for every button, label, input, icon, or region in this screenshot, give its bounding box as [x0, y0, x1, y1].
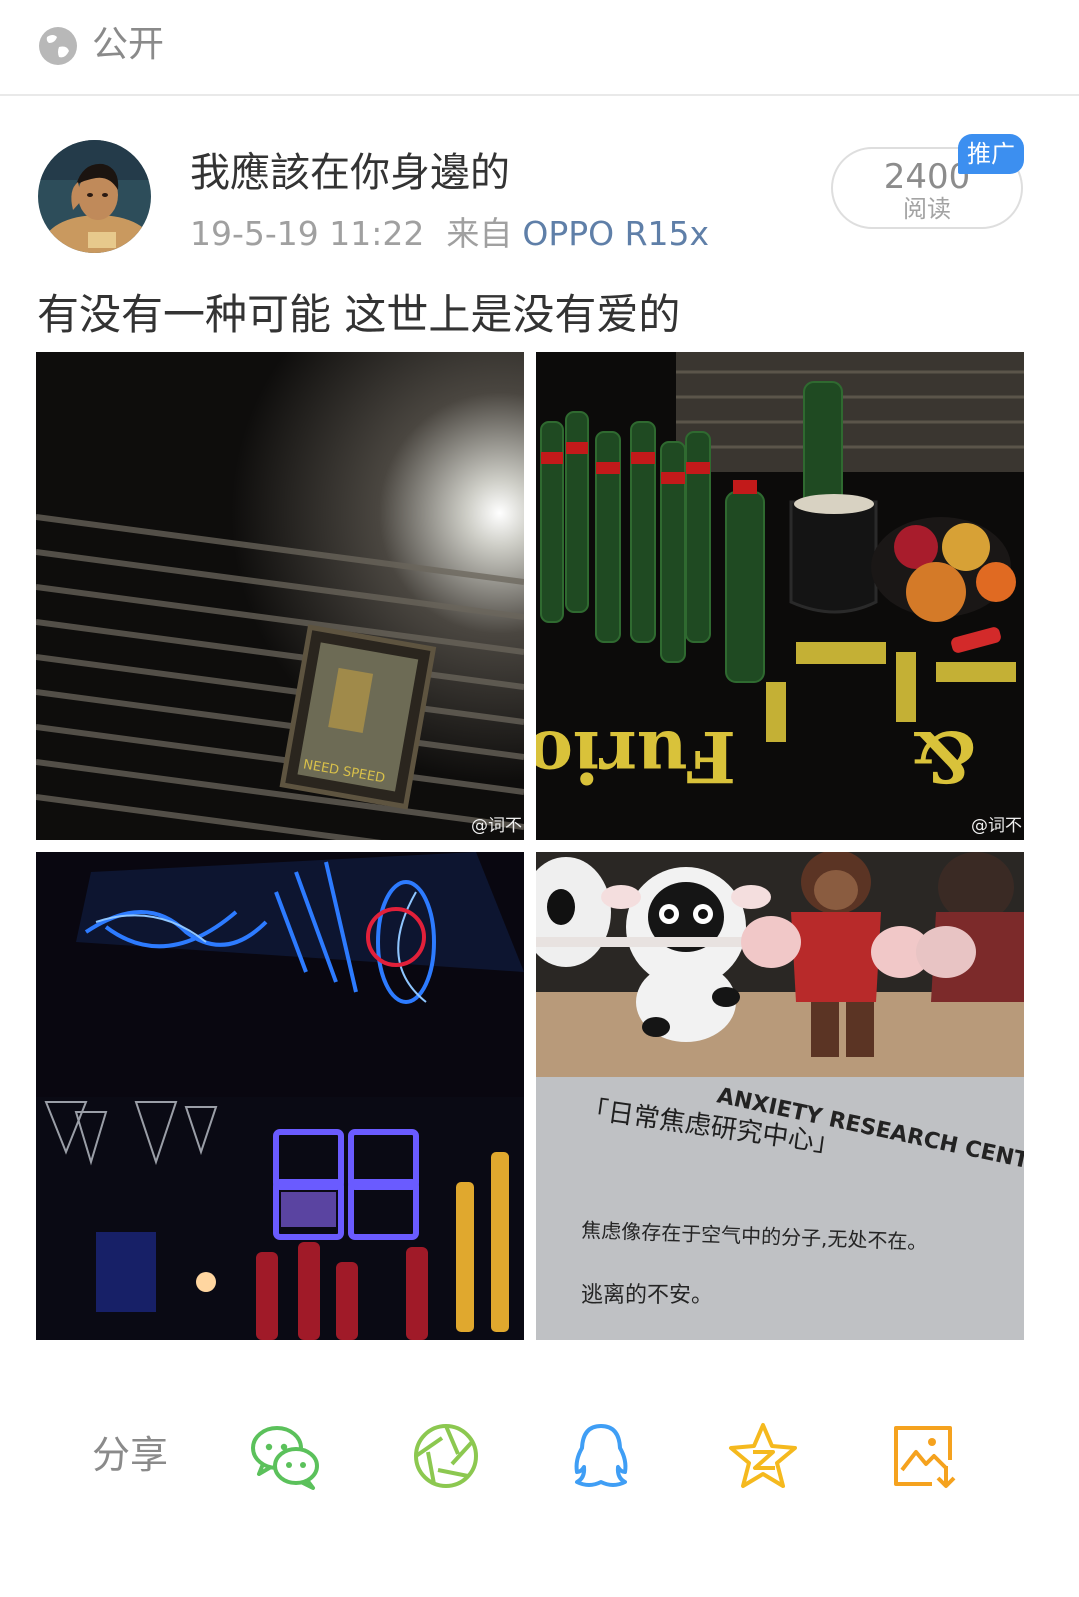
- read-label: 阅读: [903, 195, 951, 223]
- author-name[interactable]: 我應該在你身邊的: [190, 146, 510, 200]
- save-image-icon[interactable]: [888, 1420, 960, 1492]
- svg-text:&: &: [913, 715, 976, 798]
- qq-icon[interactable]: [565, 1420, 637, 1492]
- visibility-label: 公开: [92, 24, 165, 65]
- globe-icon: [39, 27, 77, 65]
- share-label: 分享: [92, 1433, 169, 1477]
- sign-body-2: 逃离的不安。: [581, 1283, 713, 1308]
- visibility-bar[interactable]: 公开: [0, 0, 1079, 96]
- device-link[interactable]: OPPO R15x: [522, 214, 709, 253]
- photo-table-drinks[interactable]: Furious & @词不: [536, 352, 1024, 840]
- post-text: 有没有一种可能 这世上是没有爱的: [37, 290, 681, 339]
- photo-watermark: @词不: [471, 816, 522, 836]
- promo-badge[interactable]: 推广: [958, 134, 1024, 174]
- post-meta: 19-5-19 11:22 来自 OPPO R15x: [190, 211, 709, 257]
- photo-watermark: @词不: [971, 816, 1022, 836]
- post-date: 19-5-19 11:22: [190, 214, 425, 253]
- from-label: 来自: [446, 214, 513, 253]
- avatar[interactable]: [38, 140, 151, 253]
- moments-icon[interactable]: [410, 1420, 482, 1492]
- photo-neon-bar[interactable]: [36, 852, 524, 1340]
- photo-room-wall[interactable]: NEED SPEED @词不: [36, 352, 524, 840]
- table-text: Furious: [536, 715, 736, 798]
- qzone-icon[interactable]: [727, 1420, 799, 1492]
- wechat-icon[interactable]: [249, 1420, 321, 1492]
- photo-plush-anxiety[interactable]: ANXIETY RESEARCH CENTER 「日常焦虑研究中心」 焦虑像存在…: [536, 852, 1024, 1340]
